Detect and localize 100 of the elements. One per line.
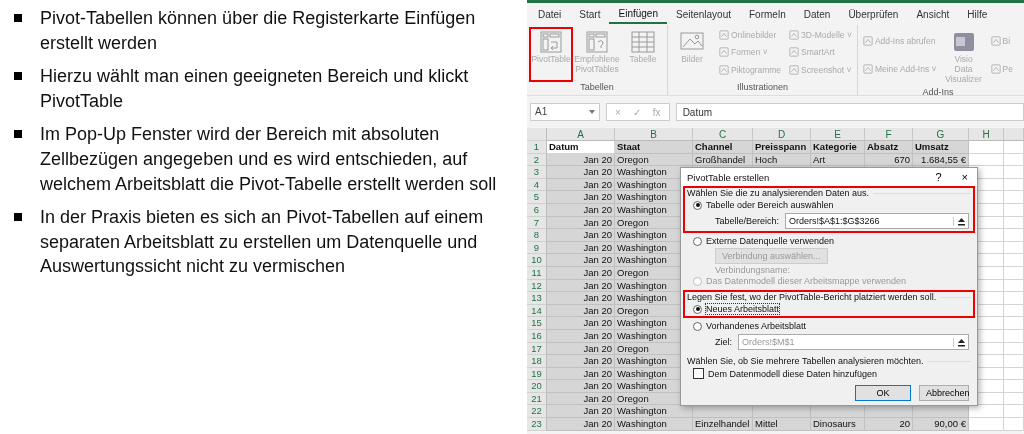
table-cell: Datum <box>547 141 615 154</box>
radio-label: Tabelle oder Bereich auswählen <box>706 200 834 210</box>
table-cell <box>1004 329 1024 343</box>
table-cell <box>1004 178 1024 192</box>
row-header[interactable]: 5 <box>527 191 547 204</box>
table-cell: Kategorie <box>811 141 865 154</box>
ribbon-tab[interactable]: Hilfe <box>958 4 997 24</box>
table-icon <box>630 30 656 54</box>
row-header[interactable]: 15 <box>527 317 547 330</box>
checkbox[interactable] <box>693 368 704 379</box>
table-cell: Jan 20 <box>547 229 615 242</box>
row-header[interactable]: 13 <box>527 292 547 305</box>
row-header[interactable]: 10 <box>527 254 547 267</box>
table-cell <box>1004 266 1024 280</box>
table-cell: Jan 20 <box>547 355 615 368</box>
radio-label: Neues Arbeitsblatt <box>706 304 780 314</box>
radio-button[interactable] <box>693 236 702 246</box>
table-cell: Jan 20 <box>547 292 615 305</box>
table-cell <box>1004 317 1024 330</box>
ribbon-group-label: Add-Ins <box>921 87 955 99</box>
table-cell: 90,00 € <box>913 418 969 431</box>
radio-label: Externe Datenquelle verwenden <box>706 236 835 246</box>
bullet-text: Hierzu wählt man einen geeigneten Bereich und klickt PivotTable <box>40 65 470 113</box>
table-cell <box>1004 405 1024 419</box>
dropdown-caret-icon[interactable] <box>589 110 595 114</box>
table-cell <box>1004 418 1024 431</box>
ribbon-tab[interactable]: Datei <box>529 4 571 24</box>
row-header[interactable]: 3 <box>527 166 547 179</box>
collapse-icon[interactable] <box>953 216 966 226</box>
table-cell: Mittel <box>753 418 811 431</box>
ribbon-tab[interactable]: Seitenlayout <box>666 4 740 24</box>
row-header[interactable]: 23 <box>527 418 547 431</box>
table-cell: 20 <box>865 418 913 431</box>
ribbon-tab[interactable]: Überprüfen <box>839 4 908 24</box>
table-cell <box>1004 216 1024 230</box>
column-header[interactable]: F <box>865 128 913 141</box>
checkbox-label: Dem Datenmodell diese Daten hinzufügen <box>708 368 878 379</box>
recommended-pivot-icon <box>584 30 610 54</box>
table-cell: Jan 20 <box>547 254 615 267</box>
radio-button-selected[interactable] <box>693 304 702 314</box>
dialog-button[interactable]: OK <box>855 385 911 401</box>
column-header[interactable]: B <box>615 128 693 141</box>
radio-button[interactable] <box>693 321 702 331</box>
ribbon-tab[interactable]: Formeln <box>740 4 795 24</box>
radio-label: Das Datenmodell dieser Arbeitsmappe verwenden <box>706 276 907 286</box>
column-header[interactable]: D <box>753 128 811 141</box>
connection-name-label: Verbindungsname: <box>714 265 792 275</box>
column-header[interactable]: H <box>969 128 1004 141</box>
name-box[interactable]: A1 <box>530 103 600 121</box>
table-cell <box>1004 241 1024 255</box>
bullet-icon <box>14 72 22 81</box>
row-header[interactable]: 18 <box>527 355 547 368</box>
row-header[interactable]: 20 <box>527 380 547 393</box>
table-cell <box>1004 304 1024 318</box>
table-cell: Washington <box>615 405 693 419</box>
table-cell <box>1004 342 1024 356</box>
table-cell: Staat <box>615 141 693 154</box>
range-field[interactable]: Orders!$A$1:$G$3266 <box>785 213 969 229</box>
table-cell <box>1004 229 1024 242</box>
bullet-icon <box>14 130 22 139</box>
ribbon-tab[interactable]: Ansicht <box>907 4 959 24</box>
column-header[interactable]: C <box>693 128 753 141</box>
table-cell <box>1004 392 1024 406</box>
ribbon-tab[interactable]: Start <box>570 4 610 24</box>
radio-button-selected[interactable] <box>693 200 702 210</box>
table-cell <box>1004 367 1024 381</box>
ribbon-tab[interactable]: Daten <box>794 4 840 24</box>
table-cell: Jan 20 <box>547 166 615 179</box>
table-cell: Absatz <box>865 141 913 154</box>
column-header[interactable]: E <box>811 128 865 141</box>
column-header[interactable]: A <box>547 128 615 141</box>
table-cell <box>1004 203 1024 217</box>
formula-field[interactable]: Datum <box>675 103 1024 121</box>
table-cell <box>969 418 1004 431</box>
ribbon-group-label: Tabellen <box>579 82 615 94</box>
help-button[interactable]: ? <box>930 171 947 183</box>
bullet-text: In der Praxis bieten es sich an Pivot-Tabellen auf einem separaten Arbeitsblatt zu erstellen um Datenquelle und Auswertungssicht nicht zu vermischen <box>40 206 485 279</box>
table-cell: Jan 20 <box>547 317 615 330</box>
table-cell: Jan 20 <box>547 380 615 393</box>
table-cell <box>1004 292 1024 305</box>
table-cell <box>1004 153 1024 167</box>
field-label: Tabelle/Bereich: <box>715 216 780 226</box>
row-header[interactable]: 22 <box>527 405 547 419</box>
radio-label: Vorhandenes Arbeitsblatt <box>706 321 807 331</box>
row-header[interactable]: 8 <box>527 229 547 242</box>
column-header[interactable]: G <box>913 128 969 141</box>
table-cell <box>1004 141 1024 154</box>
dialog-button[interactable]: Abbrechen <box>919 385 969 401</box>
table-cell <box>1004 254 1024 267</box>
row-header[interactable]: 1 <box>527 141 547 154</box>
table-cell <box>969 153 1004 167</box>
table-cell: Channel <box>693 141 753 154</box>
pivot-table-icon <box>538 30 564 54</box>
table-cell <box>969 141 1004 154</box>
close-button[interactable]: × <box>956 171 973 183</box>
bullet-text: Im Pop-Up Fenster wird der Bereich mit absoluten Zellbezügen angegeben und es wird entschieden, auf welchem Arbeitsblatt die Pivot-Tabelle erstellt werden soll <box>40 123 498 196</box>
table-cell <box>1004 355 1024 368</box>
ribbon-group-label: Illustrationen <box>735 82 789 94</box>
table-cell <box>1004 279 1024 293</box>
table-cell: Jan 20 <box>547 405 615 419</box>
